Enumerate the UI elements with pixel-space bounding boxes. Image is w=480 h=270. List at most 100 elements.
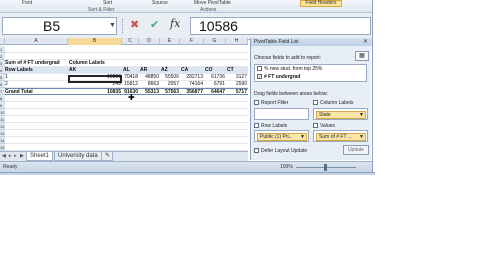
field-headers-button[interactable]: Field Headers [300, 0, 342, 7]
grid-cell[interactable] [180, 123, 204, 130]
grid-cell[interactable] [226, 102, 248, 109]
new-sheet-icon[interactable]: ✎ [101, 152, 113, 161]
grid-cell[interactable] [139, 109, 160, 116]
grid-cell[interactable] [180, 53, 204, 60]
worksheet-grid[interactable]: A B C D E F G H Sum of # FT undergrad Col… [0, 38, 248, 158]
grid-cell[interactable] [204, 102, 226, 109]
chevron-down-icon[interactable]: ▼ [359, 134, 364, 140]
grid-cell[interactable]: CO [204, 67, 226, 74]
grid-cell[interactable] [160, 137, 180, 144]
row-header[interactable]: 6 [0, 81, 5, 88]
grid-cell[interactable] [139, 95, 160, 102]
row-header[interactable]: 5 [0, 74, 5, 81]
column-labels-area[interactable]: State ▼ [313, 108, 368, 120]
grid-cell[interactable]: 6791 [204, 81, 226, 88]
grid-cell[interactable] [180, 109, 204, 116]
chevron-down-icon[interactable]: ▼ [359, 112, 364, 118]
ribbon-source-button[interactable]: Source [152, 0, 168, 6]
grid-cell[interactable]: AZ [160, 67, 180, 74]
zoom-slider-thumb[interactable] [324, 164, 327, 171]
grid-cell[interactable] [226, 130, 248, 137]
grid-cell[interactable] [204, 53, 226, 60]
grid-cell[interactable]: 1 [5, 74, 68, 81]
grid-cell[interactable] [204, 109, 226, 116]
grid-cell[interactable] [68, 144, 122, 151]
tab-sheet1[interactable]: Sheet1 [26, 152, 54, 161]
grid-cell[interactable] [180, 95, 204, 102]
grid-cell[interactable] [180, 137, 204, 144]
grid-cell[interactable]: 74164 [180, 81, 204, 88]
grid-cell[interactable] [5, 95, 68, 102]
row-header[interactable]: 13 [0, 130, 5, 137]
row-header[interactable]: 4 [0, 67, 5, 74]
grid-cell[interactable]: 55506 [160, 74, 180, 81]
grid-cell[interactable]: 15812 [122, 81, 139, 88]
grid-cell[interactable] [160, 102, 180, 109]
grid-cell[interactable]: Row Labels [5, 67, 68, 74]
cancel-icon[interactable]: ✖ [130, 18, 139, 31]
ribbon-font-label[interactable]: Font [22, 0, 32, 6]
grid-cell[interactable] [5, 116, 68, 123]
column-header[interactable]: D [139, 38, 160, 45]
name-box[interactable]: B5 [2, 17, 117, 35]
grid-cell[interactable] [68, 130, 122, 137]
grid-cell[interactable] [160, 109, 180, 116]
column-field-pill[interactable]: State ▼ [316, 111, 366, 119]
grid-cell[interactable] [160, 144, 180, 151]
enter-icon[interactable]: ✔ [150, 18, 159, 31]
close-icon[interactable]: ✕ [363, 38, 368, 46]
grid-cell[interactable] [139, 123, 160, 130]
grid-cell[interactable] [204, 95, 226, 102]
column-header[interactable]: E [160, 38, 180, 45]
grid-cell[interactable] [204, 46, 226, 53]
grid-cell[interactable] [5, 102, 68, 109]
column-header[interactable]: G [204, 38, 226, 45]
grid-cell[interactable] [139, 102, 160, 109]
row-labels-area[interactable]: Public (1) Pri... ▼ [254, 130, 309, 142]
last-sheet-icon[interactable]: ▶ [20, 153, 24, 159]
grid-cell[interactable] [122, 46, 139, 53]
grid-cell[interactable] [122, 102, 139, 109]
row-header[interactable]: 9 [0, 102, 5, 109]
grid-cell[interactable]: Sum of # FT undergrad [5, 60, 68, 67]
grid-cell[interactable]: 282713 [180, 74, 204, 81]
grid-cell[interactable] [68, 46, 122, 53]
grid-cell[interactable] [160, 130, 180, 137]
values-area[interactable]: Sum of # FT ... ▼ [313, 130, 368, 142]
fx-icon[interactable]: fx [170, 17, 180, 30]
grid-cell[interactable] [122, 60, 139, 67]
layout-options-button[interactable]: ▦ [355, 51, 369, 61]
grid-cell[interactable] [139, 144, 160, 151]
grid-cell[interactable] [5, 46, 68, 53]
grid-cell[interactable]: 61736 [204, 74, 226, 81]
grid-cell[interactable] [5, 109, 68, 116]
row-header[interactable]: 11 [0, 116, 5, 123]
grid-cell[interactable] [68, 116, 122, 123]
grid-cell[interactable] [204, 137, 226, 144]
grid-cell[interactable]: 48850 [139, 74, 160, 81]
grid-cell[interactable] [226, 46, 248, 53]
grid-cell[interactable] [226, 123, 248, 130]
grid-cell[interactable]: CT [226, 67, 248, 74]
grid-cell[interactable] [180, 144, 204, 151]
grid-cell[interactable] [204, 116, 226, 123]
grid-cell[interactable]: 8663 [139, 81, 160, 88]
grid-cell[interactable] [160, 123, 180, 130]
checkbox-icon[interactable] [257, 66, 262, 72]
grid-cell[interactable] [5, 137, 68, 144]
defer-layout-update[interactable]: Defer Layout Update [254, 148, 307, 154]
grid-cell[interactable]: Column Labels [68, 60, 122, 67]
grid-cell[interactable]: AK [68, 67, 122, 74]
grid-cell[interactable] [160, 60, 180, 67]
formula-input[interactable]: 10586 [190, 17, 371, 35]
checkbox-icon[interactable] [254, 148, 259, 154]
grid-cell[interactable]: 2 [5, 81, 68, 88]
grid-cell[interactable]: AL [122, 67, 139, 74]
grid-cell[interactable] [226, 144, 248, 151]
grid-cell[interactable] [5, 130, 68, 137]
grid-cell[interactable] [122, 116, 139, 123]
update-button[interactable]: Update [343, 145, 369, 155]
grid-cell[interactable] [160, 116, 180, 123]
grid-cell[interactable] [139, 60, 160, 67]
report-filter-area[interactable] [254, 108, 309, 120]
